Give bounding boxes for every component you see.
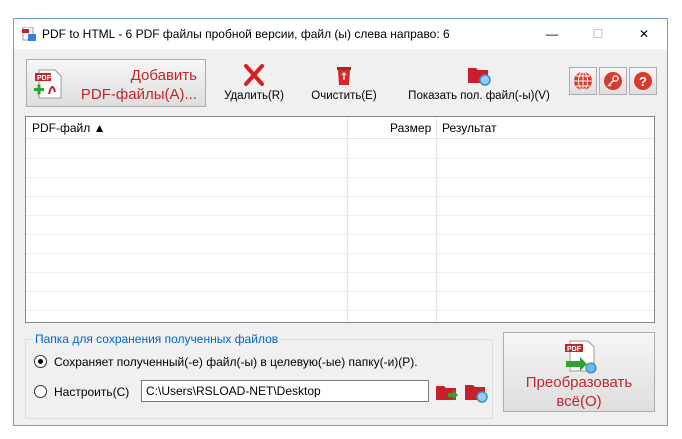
convert-pdf-icon: PDF (565, 340, 597, 374)
minimize-icon: — (546, 27, 558, 41)
register-button[interactable] (599, 67, 627, 95)
delete-label: Удалить(R) (224, 90, 284, 102)
browse-folder-icon[interactable] (435, 380, 459, 404)
open-output-folder-icon[interactable] (464, 380, 488, 404)
file-list[interactable]: PDF-файл ▲ Размер Результат (25, 116, 655, 323)
recycle-bin-icon (337, 67, 351, 85)
convert-all-label: Преобразовать всё(O) (504, 373, 654, 411)
help-icon: ? (634, 72, 652, 90)
close-button[interactable]: ✕ (621, 19, 667, 49)
maximize-icon: ☐ (592, 27, 604, 41)
radio-save-to-target-label[interactable]: Сохраняет полученный(-е) файл(-ы) в целе… (54, 355, 418, 369)
row-gridline (26, 291, 654, 292)
row-gridline (26, 234, 654, 235)
radio-save-to-target[interactable] (34, 355, 47, 368)
clear-button[interactable]: Очистить(E) (304, 63, 384, 107)
help-button[interactable]: ? (629, 67, 657, 95)
clear-label: Очистить(E) (311, 90, 377, 102)
output-path-input[interactable] (141, 380, 429, 402)
row-gridline (26, 177, 654, 178)
add-pdf-label: Добавить PDF-файлы(A)... (81, 66, 197, 104)
row-gridline (26, 196, 654, 197)
convert-label-line2: всё(O) (556, 393, 602, 410)
minimize-button[interactable]: — (529, 19, 575, 49)
row-gridline (26, 272, 654, 273)
folder-search-icon (468, 68, 491, 86)
column-header-result[interactable]: Результат (442, 121, 497, 135)
show-output-label: Показать пол. файл(-ы)(V) (408, 90, 550, 102)
show-output-button[interactable]: Показать пол. файл(-ы)(V) (399, 63, 559, 107)
output-folder-group (25, 339, 493, 419)
website-button[interactable] (569, 67, 597, 95)
output-folder-group-title: Папка для сохранения полученных файлов (33, 332, 281, 346)
row-gridline (26, 215, 654, 216)
svg-text:?: ? (639, 74, 647, 89)
row-gridline (26, 253, 654, 254)
key-icon (604, 72, 622, 90)
maximize-button[interactable]: ☐ (575, 19, 621, 49)
title-bar[interactable]: PDF to HTML - 6 PDF файлы пробной версии… (14, 19, 667, 49)
delete-button[interactable]: Удалить(R) (219, 63, 289, 107)
column-header-size[interactable]: Размер (390, 121, 431, 135)
radio-custom-folder[interactable] (34, 385, 47, 398)
column-header-pdf-file[interactable]: PDF-файл ▲ (32, 121, 105, 135)
convert-label-line1: Преобразовать (525, 374, 633, 391)
add-pdf-button[interactable]: PDF Добавить PDF-файлы(A)... (26, 59, 206, 107)
row-gridline (26, 158, 654, 159)
app-window: PDF to HTML - 6 PDF файлы пробной версии… (13, 18, 668, 426)
add-pdf-icon: PDF (34, 69, 62, 99)
app-icon (22, 27, 36, 41)
globe-icon (574, 71, 592, 91)
svg-text:PDF: PDF (567, 346, 582, 353)
svg-text:PDF: PDF (37, 75, 52, 82)
row-gridline (26, 310, 654, 311)
add-pdf-label-line2: PDF-файлы(A)... (80, 86, 197, 103)
window-title: PDF to HTML - 6 PDF файлы пробной версии… (42, 27, 450, 41)
close-icon: ✕ (638, 27, 650, 41)
add-pdf-label-line1: Добавить (130, 67, 197, 84)
delete-icon (244, 64, 264, 86)
list-header: PDF-файл ▲ Размер Результат (26, 117, 654, 139)
radio-custom-folder-label[interactable]: Настроить(C) (54, 385, 129, 399)
convert-all-button[interactable]: PDF Преобразовать всё(O) (503, 332, 655, 412)
